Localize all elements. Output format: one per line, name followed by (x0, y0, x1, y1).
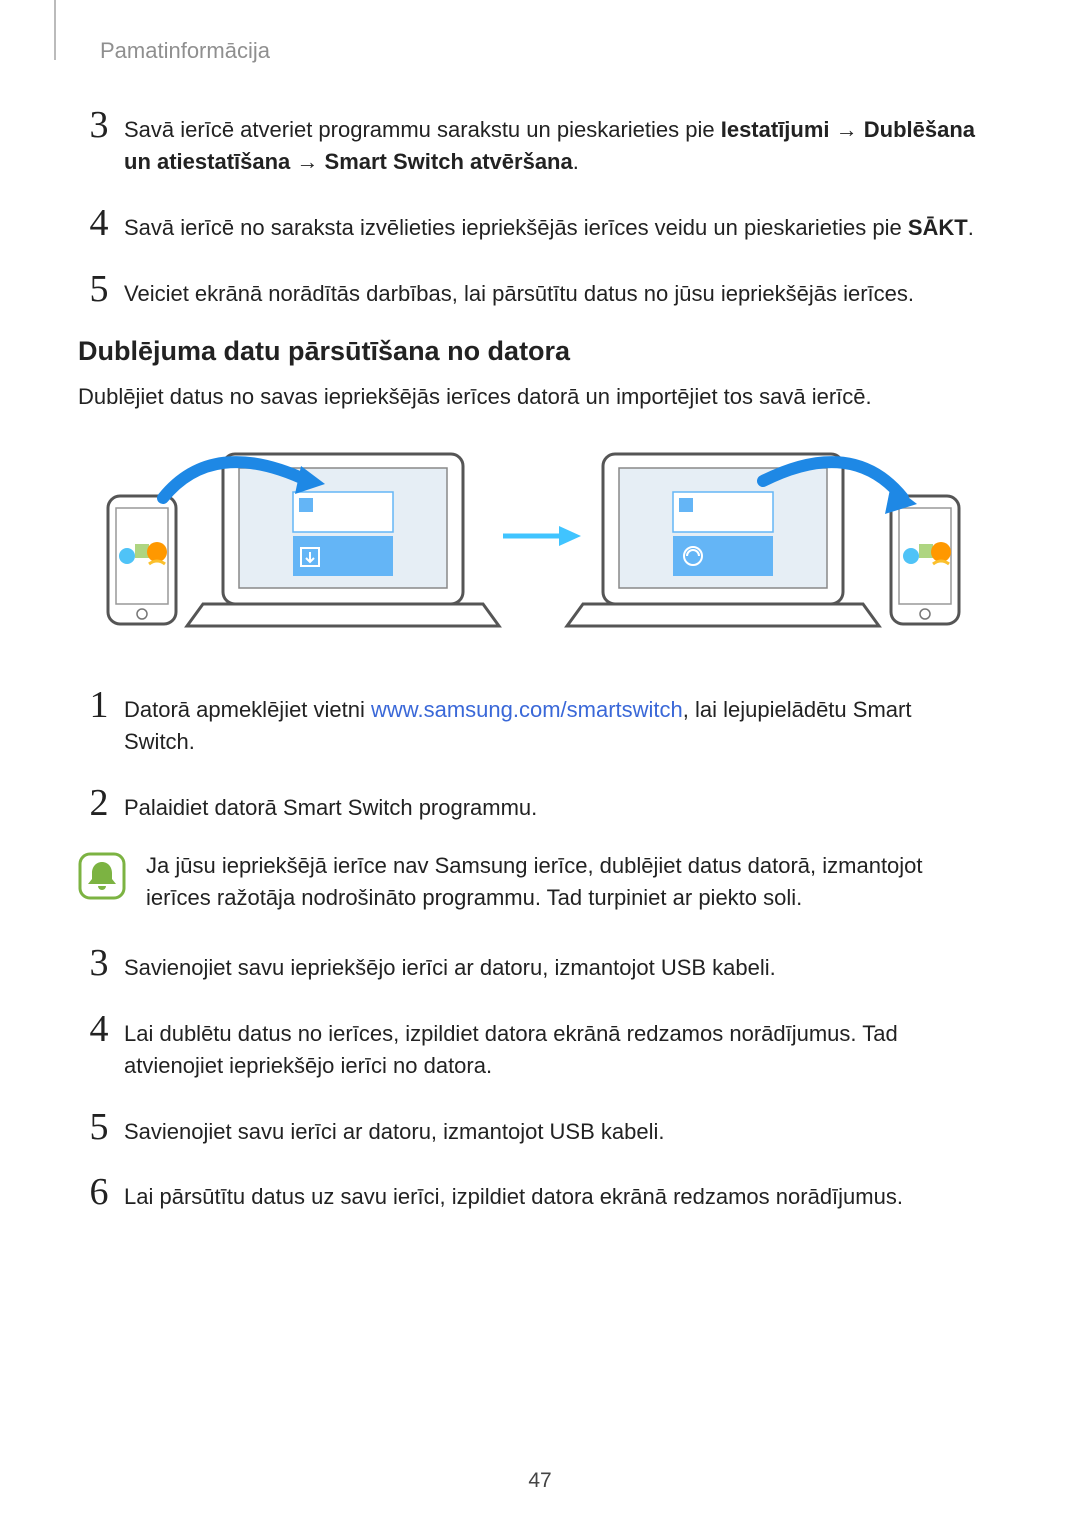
step-3: 3 Savā ierīcē atveriet programmu sarakst… (78, 106, 988, 178)
step-number: 4 (78, 1010, 120, 1048)
bold: SĀKT (908, 215, 968, 240)
note-text: Ja jūsu iepriekšējā ierīce nav Samsung i… (146, 850, 988, 914)
step-number: 3 (78, 944, 120, 982)
smartswitch-link[interactable]: www.samsung.com/smartswitch (371, 697, 683, 722)
page-content: 3 Savā ierīcē atveriet programmu sarakst… (78, 98, 988, 1239)
text: Savā ierīcē no saraksta izvēlieties iepr… (124, 215, 908, 240)
step-text: Savienojiet savu ierīci ar datoru, izman… (120, 1108, 664, 1148)
arrow: → (290, 149, 324, 174)
step-number: 4 (78, 204, 120, 242)
step-text: Datorā apmeklējiet vietni www.samsung.co… (120, 686, 988, 758)
step-number: 5 (78, 270, 120, 308)
step-4: 4 Savā ierīcē no saraksta izvēlieties ie… (78, 204, 988, 244)
page-number: 47 (0, 1469, 1080, 1493)
bstep-1: 1 Datorā apmeklējiet vietni www.samsung.… (78, 686, 988, 758)
illustration-svg (103, 436, 963, 636)
page-edge-marker (54, 0, 56, 60)
text: Savā ierīcē atveriet programmu sarakstu … (124, 117, 721, 142)
bold: Smart Switch atvēršana (325, 149, 573, 174)
text: Datorā apmeklējiet vietni (124, 697, 371, 722)
paragraph: Dublējiet datus no savas iepriekšējās ie… (78, 381, 988, 413)
step-text: Palaidiet datorā Smart Switch programmu. (120, 784, 537, 824)
bstep-5: 5 Savienojiet savu ierīci ar datoru, izm… (78, 1108, 988, 1148)
step-number: 2 (78, 784, 120, 822)
section-heading: Dublējuma datu pārsūtīšana no datora (78, 336, 988, 367)
note-block: Ja jūsu iepriekšējā ierīce nav Samsung i… (78, 850, 988, 914)
step-5: 5 Veiciet ekrānā norādītās darbības, lai… (78, 270, 988, 310)
bstep-2: 2 Palaidiet datorā Smart Switch programm… (78, 784, 988, 824)
step-text: Savā ierīcē atveriet programmu sarakstu … (120, 106, 988, 178)
text: . (968, 215, 974, 240)
bstep-6: 6 Lai pārsūtītu datus uz savu ierīci, iz… (78, 1173, 988, 1213)
bstep-3: 3 Savienojiet savu iepriekšējo ierīci ar… (78, 944, 988, 984)
step-text: Veiciet ekrānā norādītās darbības, lai p… (120, 270, 914, 310)
step-number: 5 (78, 1108, 120, 1146)
step-number: 1 (78, 686, 120, 724)
note-bell-icon (78, 852, 126, 900)
text: . (573, 149, 579, 174)
step-number: 3 (78, 106, 120, 144)
arrow: → (830, 117, 864, 142)
bstep-4: 4 Lai dublētu datus no ierīces, izpildie… (78, 1010, 988, 1082)
step-text: Savā ierīcē no saraksta izvēlieties iepr… (120, 204, 974, 244)
transfer-illustration (103, 436, 963, 636)
step-text: Lai pārsūtītu datus uz savu ierīci, izpi… (120, 1173, 903, 1213)
step-text: Savienojiet savu iepriekšējo ierīci ar d… (120, 944, 776, 984)
breadcrumb: Pamatinformācija (100, 38, 270, 64)
step-number: 6 (78, 1173, 120, 1211)
step-text: Lai dublētu datus no ierīces, izpildiet … (120, 1010, 988, 1082)
bold: Iestatījumi (721, 117, 830, 142)
